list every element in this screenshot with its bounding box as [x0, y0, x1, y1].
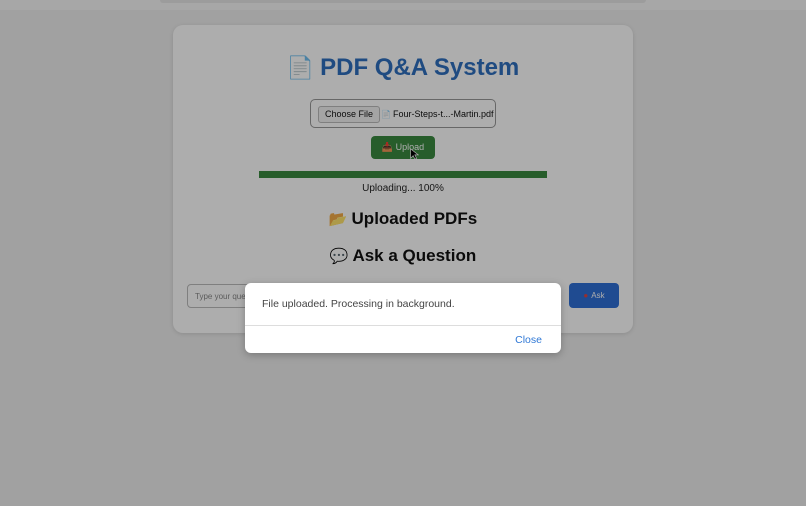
notification-dialog: File uploaded. Processing in background.…: [245, 283, 561, 353]
close-button[interactable]: Close: [515, 334, 542, 346]
dialog-message: File uploaded. Processing in background.: [262, 298, 455, 310]
modal-backdrop[interactable]: [0, 0, 806, 506]
dialog-divider: [245, 325, 561, 326]
